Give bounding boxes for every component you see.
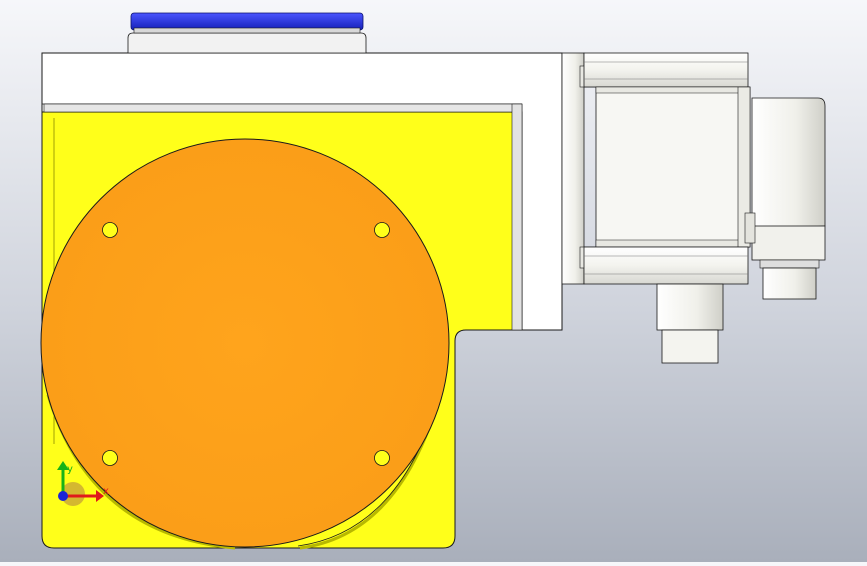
servo-motor[interactable] bbox=[561, 52, 826, 364]
x-axis-label: x bbox=[103, 486, 109, 497]
bolt-hole bbox=[102, 450, 118, 466]
cover-cap[interactable] bbox=[127, 12, 367, 54]
bolt-hole bbox=[374, 450, 390, 466]
y-axis-label: y bbox=[67, 464, 73, 475]
bolt-hole bbox=[102, 222, 118, 238]
cad-viewport[interactable]: x y bbox=[0, 0, 867, 562]
cad-drawing: x y bbox=[40, 12, 826, 550]
bolt-hole bbox=[374, 222, 390, 238]
